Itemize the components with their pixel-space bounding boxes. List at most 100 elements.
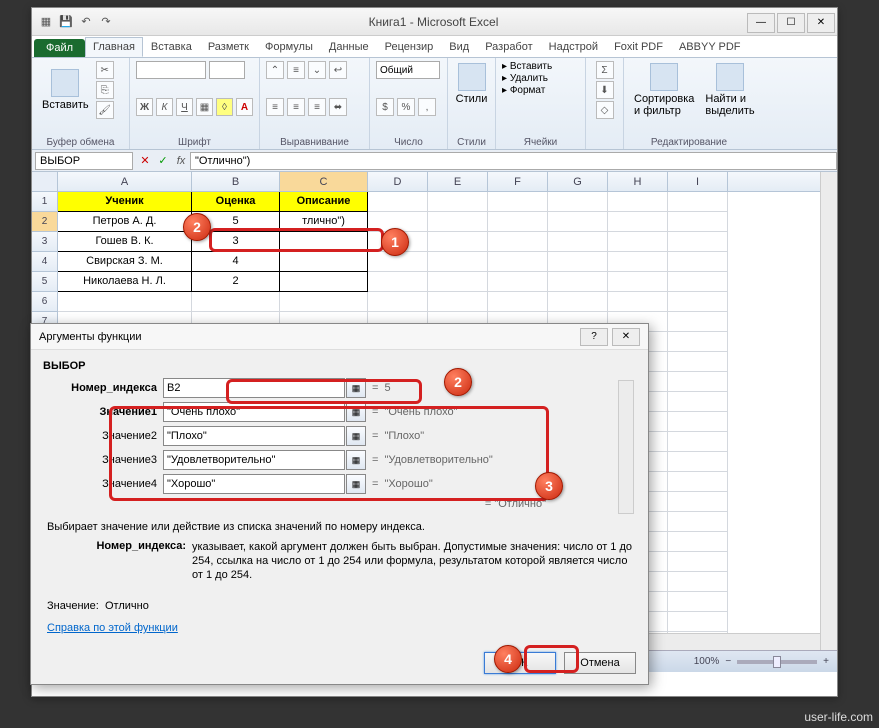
- cell[interactable]: [488, 272, 548, 292]
- args-scrollbar[interactable]: [618, 380, 634, 514]
- accept-formula-icon[interactable]: ✓: [154, 152, 172, 170]
- cell[interactable]: [668, 232, 728, 252]
- cell[interactable]: Описание: [280, 192, 368, 212]
- cell[interactable]: [668, 272, 728, 292]
- cell[interactable]: [548, 192, 608, 212]
- styles-button[interactable]: Стили: [454, 61, 489, 107]
- cell[interactable]: [58, 292, 192, 312]
- cell[interactable]: [668, 452, 728, 472]
- cell[interactable]: [548, 232, 608, 252]
- range-picker-icon[interactable]: ▦: [346, 474, 366, 494]
- dialog-close-button[interactable]: ✕: [612, 328, 640, 346]
- cell[interactable]: [548, 292, 608, 312]
- delete-cells[interactable]: ▸ Удалить: [502, 73, 579, 84]
- tab-foxit[interactable]: Foxit PDF: [606, 37, 671, 57]
- range-picker-icon[interactable]: ▦: [346, 450, 366, 470]
- autosum-button[interactable]: Σ: [596, 61, 614, 79]
- vertical-scrollbar[interactable]: [820, 172, 837, 650]
- comma-button[interactable]: ,: [418, 98, 436, 116]
- column-header[interactable]: E: [428, 172, 488, 191]
- cell[interactable]: [488, 252, 548, 272]
- align-left[interactable]: ≡: [266, 98, 284, 116]
- cell[interactable]: Николаева Н. Л.: [58, 272, 192, 292]
- row-header[interactable]: 3: [32, 232, 58, 252]
- minimize-button[interactable]: —: [747, 13, 775, 33]
- cell[interactable]: [668, 492, 728, 512]
- cell[interactable]: [428, 232, 488, 252]
- underline-button[interactable]: Ч: [176, 98, 193, 116]
- size-combo[interactable]: [209, 61, 245, 79]
- row-header[interactable]: 6: [32, 292, 58, 312]
- cell[interactable]: 4: [192, 252, 280, 272]
- arg-input[interactable]: [163, 426, 345, 446]
- cell[interactable]: [608, 212, 668, 232]
- help-link[interactable]: Справка по этой функции: [47, 622, 178, 634]
- paste-button[interactable]: Вставить: [38, 67, 93, 113]
- range-picker-icon[interactable]: ▦: [346, 426, 366, 446]
- cell[interactable]: [668, 192, 728, 212]
- arg-input[interactable]: [163, 402, 345, 422]
- cell[interactable]: [668, 612, 728, 632]
- copy-icon[interactable]: ⎘: [96, 81, 114, 99]
- cell[interactable]: [668, 372, 728, 392]
- arg-input[interactable]: [163, 450, 345, 470]
- font-color-button[interactable]: A: [236, 98, 253, 116]
- merge-button[interactable]: ⬌: [329, 98, 347, 116]
- cell[interactable]: [668, 552, 728, 572]
- zoom-slider[interactable]: [737, 660, 817, 664]
- clear-button[interactable]: ◇: [596, 101, 614, 119]
- cell[interactable]: [668, 252, 728, 272]
- italic-button[interactable]: К: [156, 98, 173, 116]
- cell[interactable]: [668, 532, 728, 552]
- cell[interactable]: [548, 212, 608, 232]
- cell[interactable]: [608, 252, 668, 272]
- row-header[interactable]: 4: [32, 252, 58, 272]
- tab-formulas[interactable]: Формулы: [257, 37, 321, 57]
- border-button[interactable]: ▦: [196, 98, 213, 116]
- row-header[interactable]: 1: [32, 192, 58, 212]
- cell[interactable]: [668, 332, 728, 352]
- tab-abbyy[interactable]: ABBYY PDF: [671, 37, 749, 57]
- tab-review[interactable]: Рецензир: [377, 37, 442, 57]
- range-picker-icon[interactable]: ▦: [346, 378, 366, 398]
- align-center[interactable]: ≡: [287, 98, 305, 116]
- cell[interactable]: [280, 232, 368, 252]
- cell[interactable]: [428, 212, 488, 232]
- cell[interactable]: [548, 272, 608, 292]
- tab-layout[interactable]: Разметк: [200, 37, 257, 57]
- cell[interactable]: [368, 192, 428, 212]
- cell[interactable]: [488, 192, 548, 212]
- dialog-titlebar[interactable]: Аргументы функции ? ✕: [31, 324, 648, 350]
- maximize-button[interactable]: ☐: [777, 13, 805, 33]
- file-tab[interactable]: Файл: [34, 39, 85, 57]
- tab-data[interactable]: Данные: [321, 37, 377, 57]
- cell[interactable]: [488, 292, 548, 312]
- cell[interactable]: 2: [192, 272, 280, 292]
- cell[interactable]: [668, 212, 728, 232]
- align-bot[interactable]: ⌄: [308, 61, 326, 79]
- sort-filter-button[interactable]: Сортировка и фильтр: [630, 61, 698, 119]
- cell[interactable]: [488, 232, 548, 252]
- tab-view[interactable]: Вид: [441, 37, 477, 57]
- cell[interactable]: [668, 392, 728, 412]
- undo-icon[interactable]: ↶: [78, 14, 94, 30]
- cell[interactable]: [368, 292, 428, 312]
- format-cells[interactable]: ▸ Формат: [502, 85, 579, 96]
- cell[interactable]: [428, 252, 488, 272]
- painter-icon[interactable]: 🖌: [96, 101, 114, 119]
- formula-input[interactable]: "Отлично"): [190, 152, 837, 170]
- tab-developer[interactable]: Разработ: [477, 37, 540, 57]
- redo-icon[interactable]: ↷: [98, 14, 114, 30]
- dialog-help-button[interactable]: ?: [580, 328, 608, 346]
- cell[interactable]: Оценка: [192, 192, 280, 212]
- fill-button[interactable]: ◊: [216, 98, 233, 116]
- percent-button[interactable]: %: [397, 98, 415, 116]
- cell[interactable]: [668, 412, 728, 432]
- cell[interactable]: [368, 272, 428, 292]
- cell[interactable]: [548, 252, 608, 272]
- column-header[interactable]: A: [58, 172, 192, 191]
- cell[interactable]: [668, 592, 728, 612]
- cell[interactable]: тлично"): [280, 212, 368, 232]
- save-icon[interactable]: 💾: [58, 14, 74, 30]
- cell[interactable]: [668, 292, 728, 312]
